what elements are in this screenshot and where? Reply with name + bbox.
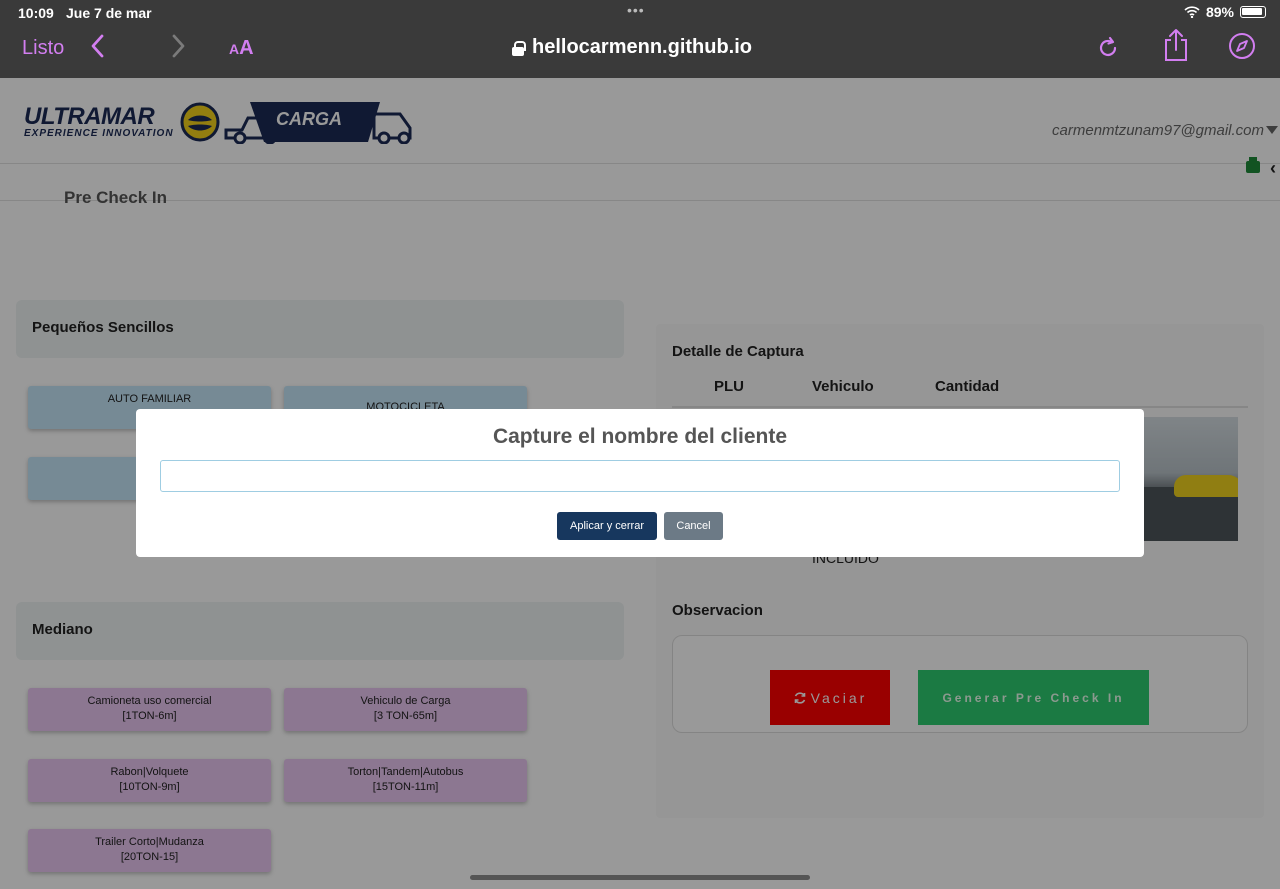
done-button[interactable]: Listo	[22, 37, 64, 60]
reload-icon[interactable]	[1096, 34, 1120, 62]
address-bar[interactable]: hellocarmenn.github.io	[512, 36, 752, 59]
chevron-right-icon[interactable]	[170, 33, 186, 59]
text-size-button[interactable]: AA	[229, 37, 254, 60]
status-indicators: 89%	[1184, 4, 1266, 20]
text-size-small: A	[229, 41, 240, 57]
client-name-input[interactable]	[160, 460, 1120, 492]
dialog-title: Capture el nombre del cliente	[492, 425, 788, 448]
wifi-icon	[1184, 6, 1200, 18]
client-name-dialog: Capture el nombre del cliente Aplicar y …	[136, 409, 1144, 557]
apply-close-button[interactable]: Aplicar y cerrar	[557, 512, 657, 540]
url-text: hellocarmenn.github.io	[532, 36, 753, 58]
browser-toolbar: 10:09 Jue 7 de mar ••• 89% Listo AA hell…	[0, 0, 1280, 78]
cancel-button[interactable]: Cancel	[664, 512, 723, 540]
status-time: 10:09	[18, 5, 54, 21]
status-date: Jue 7 de mar	[66, 5, 152, 21]
lock-icon	[512, 40, 526, 56]
share-icon[interactable]	[1162, 28, 1190, 62]
home-indicator[interactable]	[470, 875, 810, 880]
battery-icon	[1240, 6, 1266, 18]
chevron-left-icon[interactable]	[90, 33, 106, 59]
multitasking-dots-icon[interactable]: •••	[627, 2, 645, 18]
battery-percent: 89%	[1205, 4, 1234, 20]
text-size-big: A	[239, 37, 254, 59]
compass-icon[interactable]	[1228, 32, 1256, 60]
